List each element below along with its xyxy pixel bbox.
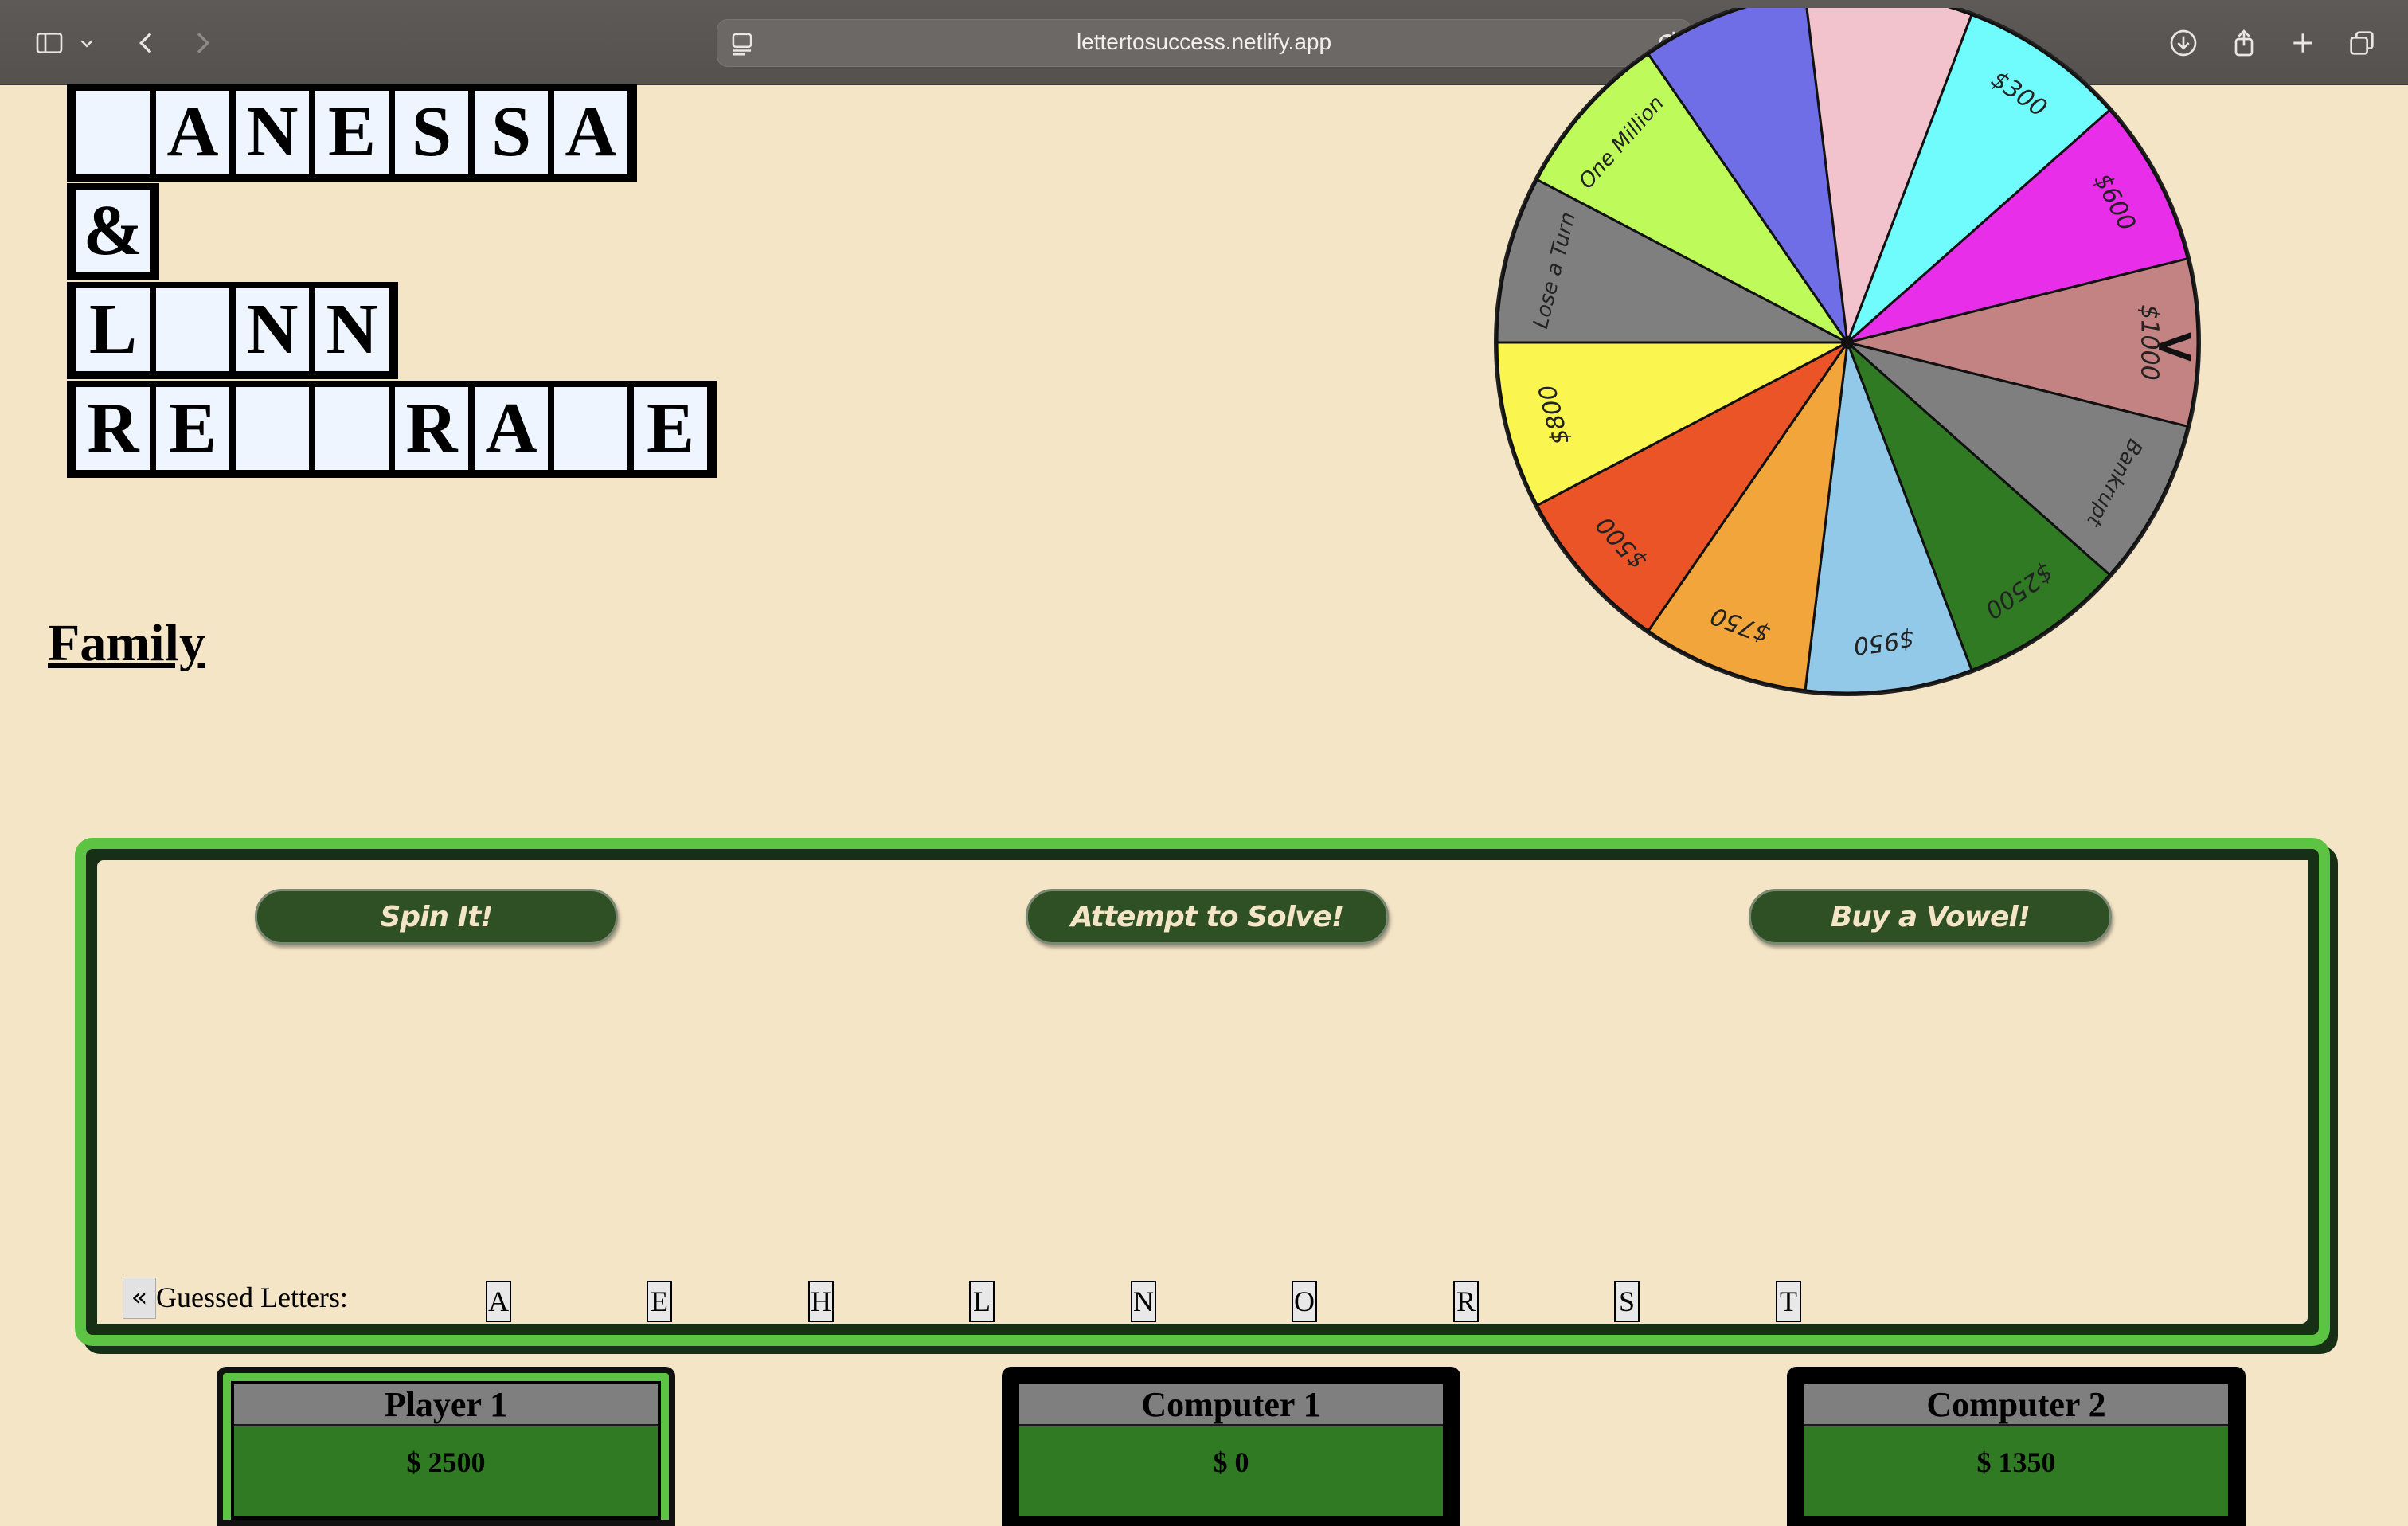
puzzle-tile: S — [395, 91, 468, 174]
puzzle-tile: A — [475, 387, 548, 470]
new-tab-icon[interactable] — [2282, 22, 2324, 64]
player-name: Computer 2 — [1804, 1384, 2228, 1426]
prize-wheel[interactable]: $1000Bankrupt$2500$950$750$500$800Lose a… — [1489, 8, 2206, 725]
guessed-letter: N — [1131, 1281, 1156, 1322]
puzzle-tile — [236, 387, 309, 470]
wheel-hub — [1841, 336, 1854, 349]
player-card-player-1: Player 1 $ 2500 — [217, 1367, 675, 1526]
wheel-pointer: < — [2153, 317, 2196, 376]
guessed-letter: L — [969, 1281, 995, 1322]
player-name: Player 1 — [234, 1384, 658, 1426]
puzzle-tile: N — [236, 91, 309, 174]
player-score: $ 2500 — [406, 1446, 486, 1478]
guessed-letter: H — [808, 1281, 834, 1322]
player-name: Computer 1 — [1019, 1384, 1443, 1426]
share-icon[interactable] — [2223, 22, 2265, 64]
guessed-letter: S — [1614, 1281, 1640, 1322]
collapse-button[interactable]: « — [123, 1278, 156, 1319]
chevron-down-icon[interactable] — [75, 22, 99, 64]
player-score: $ 1350 — [1976, 1446, 2056, 1478]
puzzle-category: Family — [48, 614, 205, 672]
puzzle-tile: E — [634, 387, 707, 470]
guessed-letter: A — [486, 1281, 511, 1322]
guessed-letter: T — [1776, 1281, 1801, 1322]
spin-button[interactable]: Spin It! — [255, 889, 618, 945]
puzzle-tile: N — [315, 288, 389, 371]
puzzle-tile — [76, 91, 150, 174]
puzzle-tile: S — [475, 91, 548, 174]
puzzle-tile: & — [76, 190, 150, 272]
puzzle-tile — [156, 288, 229, 371]
guessed-letter: R — [1453, 1281, 1479, 1322]
puzzle-tile: E — [315, 91, 389, 174]
player-card-computer-1: Computer 1 $ 0 — [1002, 1367, 1460, 1526]
guessed-letter: O — [1292, 1281, 1317, 1322]
puzzle-tile: E — [156, 387, 229, 470]
puzzle-tile — [315, 387, 389, 470]
puzzle-tile: R — [76, 387, 150, 470]
guessed-letter: E — [647, 1281, 672, 1322]
back-icon[interactable] — [126, 22, 167, 64]
player-card-computer-2: Computer 2 $ 1350 — [1787, 1367, 2246, 1526]
tab-overview-icon[interactable] — [2341, 22, 2383, 64]
player-score: $ 0 — [1213, 1446, 1249, 1478]
puzzle-tile: N — [236, 288, 309, 371]
puzzle-tile — [554, 387, 627, 470]
puzzle-row: & — [67, 183, 159, 280]
puzzle-row: L N N — [67, 282, 398, 379]
puzzle-tile: R — [395, 387, 468, 470]
solve-button[interactable]: Attempt to Solve! — [1026, 889, 1389, 945]
guessed-letters-label: Guessed Letters: — [156, 1281, 348, 1313]
puzzle-row: R E R A E — [67, 381, 717, 478]
puzzle-row: A N E S S A — [67, 84, 637, 182]
buy-vowel-button[interactable]: Buy a Vowel! — [1749, 889, 2112, 945]
control-panel: Spin It! Attempt to Solve! Buy a Vowel! … — [75, 838, 2330, 1346]
puzzle-tile: L — [76, 288, 150, 371]
sidebar-toggle-icon[interactable] — [29, 22, 70, 64]
forward-icon[interactable] — [182, 22, 223, 64]
puzzle-tile: A — [554, 91, 627, 174]
puzzle-tile: A — [156, 91, 229, 174]
